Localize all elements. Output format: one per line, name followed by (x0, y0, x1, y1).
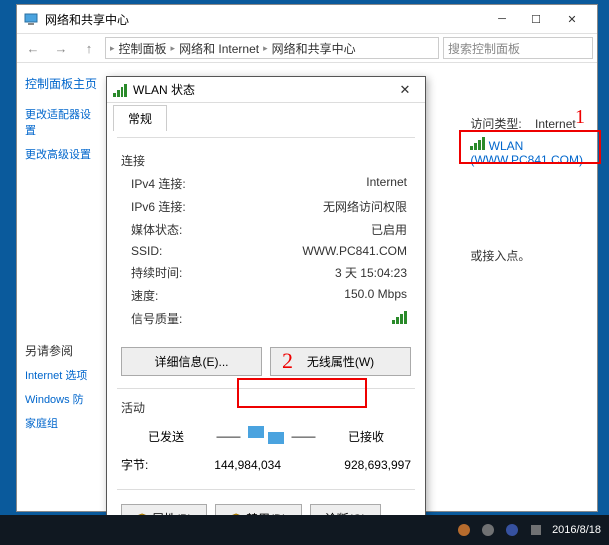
access-type-label: 访问类型: (470, 117, 521, 131)
media-value: 已启用 (231, 221, 411, 238)
sidebar-internet-options[interactable]: Internet 选项 (25, 367, 101, 383)
dash: —— (217, 429, 241, 443)
wlan-status-dialog: WLAN 状态 ✕ 常规 连接 IPv4 连接:Internet IPv6 连接… (106, 76, 426, 516)
dash: —— (292, 429, 316, 443)
sidebar-defender[interactable]: Windows 防 (25, 391, 101, 407)
breadcrumb-item[interactable]: 网络和共享中心 (272, 40, 356, 57)
bytes-label: 字节: (121, 456, 171, 473)
hint-text: 或接入点。 (470, 247, 583, 264)
ssid-value: WWW.PC841.COM (231, 244, 411, 258)
main-titlebar: 网络和共享中心 ─ ☐ ✕ (17, 5, 597, 33)
duration-label: 持续时间: (121, 264, 231, 281)
annotation-number-2: 2 (282, 348, 293, 374)
search-input[interactable]: 搜索控制面板 (443, 37, 593, 59)
tray-icon[interactable] (528, 522, 544, 538)
minimize-button[interactable]: ─ (485, 7, 519, 31)
signal-bars-icon (392, 310, 407, 324)
window-controls: ─ ☐ ✕ (485, 7, 591, 31)
ipv6-label: IPv6 连接: (121, 198, 231, 215)
wlan-dialog-title: WLAN 状态 (133, 81, 391, 98)
received-label: 已接收 (321, 428, 411, 445)
tab-general[interactable]: 常规 (113, 105, 167, 131)
sent-label: 已发送 (121, 428, 211, 445)
tray-icon[interactable] (456, 522, 472, 538)
up-button[interactable]: ↑ (77, 36, 101, 60)
main-window-title: 网络和共享中心 (45, 11, 485, 28)
access-type-value: Internet (535, 117, 576, 131)
breadcrumb-item[interactable]: 控制面板 (119, 40, 167, 57)
sidebar-advanced-settings[interactable]: 更改高级设置 (25, 146, 101, 162)
speed-value: 150.0 Mbps (231, 287, 411, 304)
sidebar: 控制面板主页 更改适配器设置 更改高级设置 另请参阅 Internet 选项 W… (17, 63, 109, 511)
close-button[interactable]: ✕ (553, 7, 591, 31)
network-center-icon (23, 11, 39, 27)
tab-row: 常规 (107, 103, 425, 131)
ipv6-value: 无网络访问权限 (231, 198, 411, 215)
details-button[interactable]: 详细信息(E)... (121, 347, 262, 376)
maximize-button[interactable]: ☐ (519, 7, 553, 31)
sidebar-home[interactable]: 控制面板主页 (25, 75, 101, 92)
duration-value: 3 天 15:04:23 (231, 264, 411, 281)
back-button[interactable]: ← (21, 36, 45, 60)
forward-button[interactable]: → (49, 36, 73, 60)
tray-icon[interactable] (504, 522, 520, 538)
sidebar-adapter-settings[interactable]: 更改适配器设置 (25, 106, 101, 138)
annotation-box-1 (459, 130, 601, 164)
ipv4-value: Internet (231, 175, 411, 192)
connection-section: 连接 IPv4 连接:Internet IPv6 连接:无网络访问权限 媒体状态… (107, 144, 425, 341)
ssid-label: SSID: (121, 244, 231, 258)
breadcrumb-row: ← → ↑ ▸ 控制面板 ▸ 网络和 Internet ▸ 网络和共享中心 搜索… (17, 33, 597, 63)
signal-icon (113, 83, 127, 97)
taskbar: 2016/8/18 (0, 515, 609, 545)
breadcrumb-item[interactable]: 网络和 Internet (179, 40, 259, 57)
signal-value (231, 310, 411, 327)
signal-label: 信号质量: (121, 310, 231, 327)
breadcrumb[interactable]: ▸ 控制面板 ▸ 网络和 Internet ▸ 网络和共享中心 (105, 37, 439, 59)
button-row: 详细信息(E)... 无线属性(W) (107, 341, 425, 382)
taskbar-date: 2016/8/18 (552, 524, 601, 536)
sidebar-see-also: 另请参阅 (25, 342, 101, 359)
media-label: 媒体状态: (121, 221, 231, 238)
received-bytes: 928,693,997 (301, 458, 411, 472)
computers-icon (246, 422, 286, 450)
ipv4-label: IPv4 连接: (121, 175, 231, 192)
sent-bytes: 144,984,034 (171, 458, 281, 472)
annotation-box-2 (237, 378, 367, 408)
wlan-titlebar: WLAN 状态 ✕ (107, 77, 425, 103)
activity-section: 活动 已发送 —— —— 已接收 字节: 144,984,034 928,693… (107, 395, 425, 483)
annotation-number-1: 1 (575, 106, 585, 129)
speed-label: 速度: (121, 287, 231, 304)
tray-icon[interactable] (480, 522, 496, 538)
sidebar-homegroup[interactable]: 家庭组 (25, 415, 101, 431)
close-button[interactable]: ✕ (391, 82, 419, 98)
section-title-connection: 连接 (121, 152, 411, 169)
